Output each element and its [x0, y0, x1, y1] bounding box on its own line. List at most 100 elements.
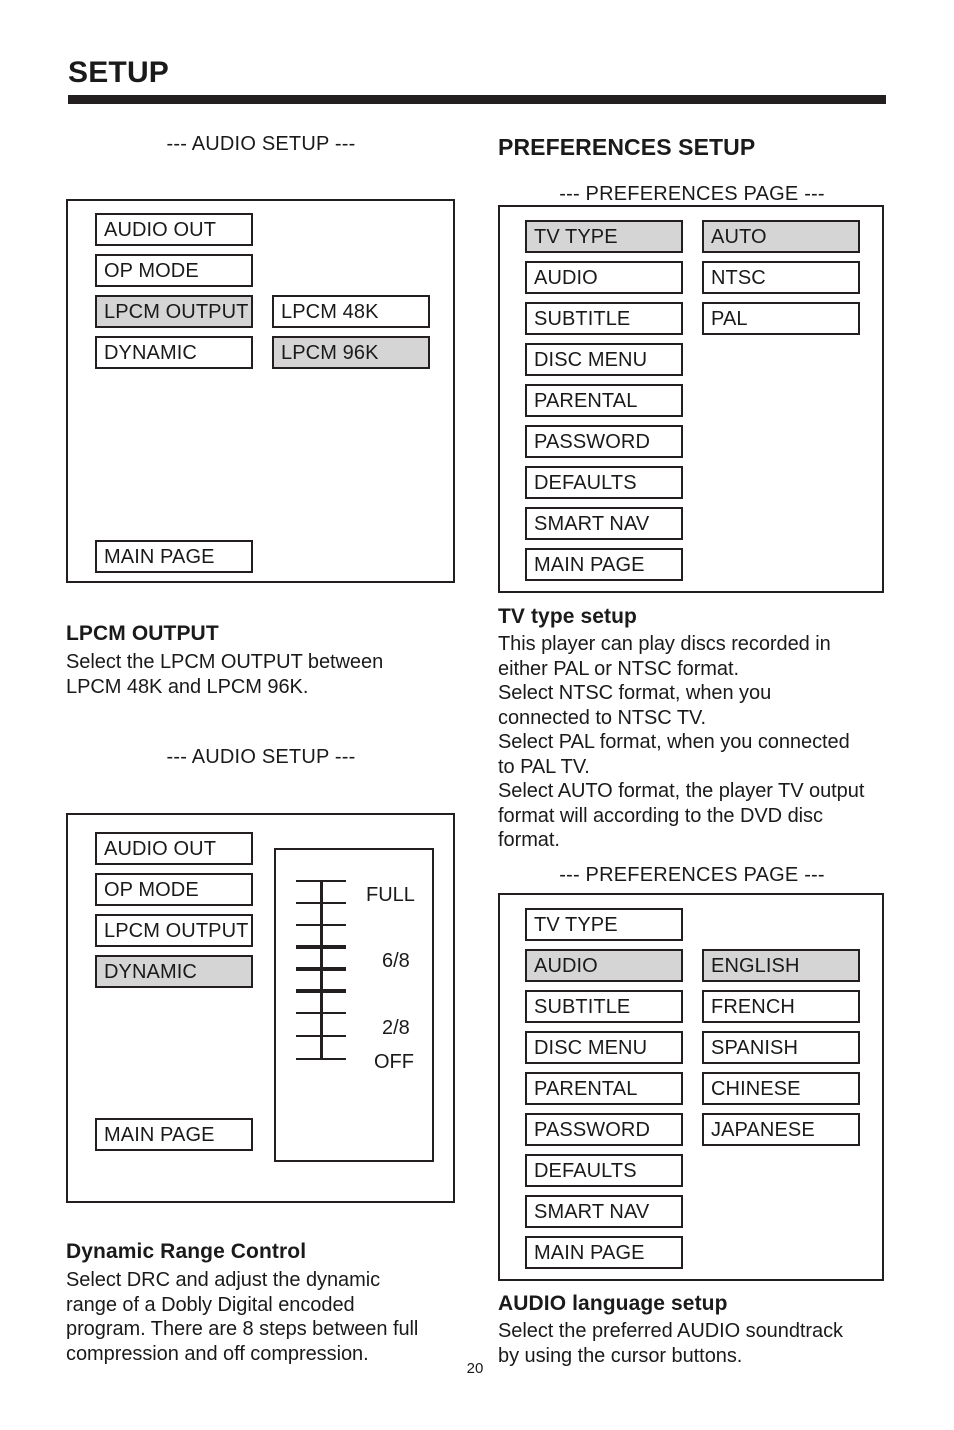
menu-item-password[interactable]: PASSWORD	[525, 425, 683, 458]
left-column: --- AUDIO SETUP --- AUDIO OUT OP MODE LP…	[66, 0, 466, 1430]
drc-tick	[296, 967, 346, 971]
drc-tick	[296, 1058, 346, 1060]
audio-setup-panel-2: AUDIO OUT OP MODE LPCM OUTPUT DYNAMIC MA…	[66, 813, 455, 1203]
drc-label-full: FULL	[366, 884, 415, 906]
preferences-panel-1: TV TYPE AUDIO SUBTITLE DISC MENU PARENTA…	[498, 205, 884, 593]
drc-tick	[296, 989, 346, 993]
drc-body-line: program. There are 8 steps between full	[66, 1318, 419, 1340]
drc-tick	[296, 1012, 346, 1014]
preferences-menu-list-1: TV TYPE AUDIO SUBTITLE DISC MENU PARENTA…	[525, 220, 683, 581]
menu-item-dynamic[interactable]: DYNAMIC	[95, 336, 253, 369]
drc-tick	[296, 880, 346, 882]
audio-language-section: AUDIO language setup Select the preferre…	[498, 1292, 843, 1368]
menu-item-lpcm-output[interactable]: LPCM OUTPUT	[95, 914, 253, 947]
drc-body-line: Select DRC and adjust the dynamic	[66, 1269, 381, 1291]
option-chinese[interactable]: CHINESE	[702, 1072, 860, 1105]
preferences-page-caption-1: --- PREFERENCES PAGE ---	[559, 183, 825, 205]
menu-item-audio-out[interactable]: AUDIO OUT	[95, 832, 253, 865]
menu-item-subtitle[interactable]: SUBTITLE	[525, 990, 683, 1023]
drc-label-off: OFF	[374, 1051, 414, 1073]
menu-item-audio-out[interactable]: AUDIO OUT	[95, 213, 253, 246]
tv-type-body-line: Select NTSC format, when you	[498, 682, 772, 704]
menu-item-audio[interactable]: AUDIO	[525, 261, 683, 294]
lpcm-output-heading: LPCM OUTPUT	[66, 622, 219, 645]
menu-item-parental[interactable]: PARENTAL	[525, 1072, 683, 1105]
tv-type-body-line: format.	[498, 829, 560, 851]
tv-type-body-line: Select AUTO format, the player TV output	[498, 780, 865, 802]
menu-item-password[interactable]: PASSWORD	[525, 1113, 683, 1146]
preferences-page-caption-2: --- PREFERENCES PAGE ---	[559, 864, 825, 886]
tv-type-section: TV type setup This player can play discs…	[498, 605, 864, 853]
menu-item-tv-type[interactable]: TV TYPE	[525, 908, 683, 941]
preferences-option-list-1: AUTO NTSC PAL	[702, 220, 860, 335]
drc-label-2-8: 2/8	[382, 1017, 410, 1039]
lpcm-output-section: LPCM OUTPUT Select the LPCM OUTPUT betwe…	[66, 622, 383, 699]
menu-item-lpcm-output[interactable]: LPCM OUTPUT	[95, 295, 253, 328]
audio-language-heading: AUDIO language setup	[498, 1292, 728, 1315]
option-ntsc[interactable]: NTSC	[702, 261, 860, 294]
menu-item-main-page[interactable]: MAIN PAGE	[525, 548, 683, 581]
lpcm-body-line: Select the LPCM OUTPUT between	[66, 651, 384, 673]
option-french[interactable]: FRENCH	[702, 990, 860, 1023]
tv-type-body-line: connected to NTSC TV.	[498, 706, 706, 729]
drc-body-line: range of a Dobly Digital encoded	[66, 1293, 355, 1316]
menu-item-tv-type[interactable]: TV TYPE	[525, 220, 683, 253]
audio-language-body-line: Select the preferred AUDIO soundtrack	[498, 1320, 843, 1342]
menu-item-audio[interactable]: AUDIO	[525, 949, 683, 982]
menu-item-subtitle[interactable]: SUBTITLE	[525, 302, 683, 335]
drc-tick	[296, 924, 346, 926]
drc-slider-box[interactable]: FULL 6/8 2/8 OFF	[274, 848, 434, 1162]
preferences-setup-heading: PREFERENCES SETUP	[498, 134, 756, 160]
menu-item-defaults[interactable]: DEFAULTS	[525, 1154, 683, 1187]
menu-item-main-page[interactable]: MAIN PAGE	[95, 1118, 253, 1151]
option-pal[interactable]: PAL	[702, 302, 860, 335]
menu-item-disc-menu[interactable]: DISC MENU	[525, 1031, 683, 1064]
drc-heading: Dynamic Range Control	[66, 1240, 307, 1263]
audio-menu-list-2: AUDIO OUT OP MODE LPCM OUTPUT DYNAMIC	[95, 832, 253, 988]
menu-item-smart-nav[interactable]: SMART NAV	[525, 1195, 683, 1228]
drc-slider-scale[interactable]	[296, 880, 348, 1060]
menu-item-op-mode[interactable]: OP MODE	[95, 254, 253, 287]
lpcm-output-body: Select the LPCM OUTPUT between LPCM 48K …	[66, 650, 383, 699]
right-column: PREFERENCES SETUP --- PREFERENCES PAGE -…	[498, 0, 886, 1430]
menu-item-dynamic[interactable]: DYNAMIC	[95, 955, 253, 988]
option-auto[interactable]: AUTO	[702, 220, 860, 253]
drc-label-6-8: 6/8	[382, 950, 410, 972]
menu-item-parental[interactable]: PARENTAL	[525, 384, 683, 417]
menu-item-disc-menu[interactable]: DISC MENU	[525, 343, 683, 376]
menu-item-main-page[interactable]: MAIN PAGE	[525, 1236, 683, 1269]
drc-section: Dynamic Range Control Select DRC and adj…	[66, 1240, 418, 1366]
preferences-panel-2: TV TYPE AUDIO SUBTITLE DISC MENU PARENTA…	[498, 893, 884, 1281]
preferences-menu-list-2: TV TYPE AUDIO SUBTITLE DISC MENU PARENTA…	[525, 908, 683, 1269]
menu-item-smart-nav[interactable]: SMART NAV	[525, 507, 683, 540]
menu-item-defaults[interactable]: DEFAULTS	[525, 466, 683, 499]
audio-setup-caption-1: --- AUDIO SETUP ---	[166, 133, 356, 155]
audio-main-page-wrap-1: MAIN PAGE	[95, 540, 253, 573]
audio-menu-list-1: AUDIO OUT OP MODE LPCM OUTPUT DYNAMIC	[95, 213, 253, 377]
drc-tick	[296, 902, 346, 904]
option-lpcm-48k[interactable]: LPCM 48K	[272, 295, 430, 328]
option-english[interactable]: ENGLISH	[702, 949, 860, 982]
drc-slider-labels: FULL 6/8 2/8 OFF	[360, 850, 436, 1160]
audio-setup-panel-1: AUDIO OUT OP MODE LPCM OUTPUT DYNAMIC LP…	[66, 199, 455, 583]
drc-tick	[296, 1035, 346, 1037]
preferences-option-list-2: ENGLISH FRENCH SPANISH CHINESE JAPANESE	[702, 949, 860, 1146]
drc-tick	[296, 945, 346, 949]
audio-main-page-wrap-2: MAIN PAGE	[95, 1118, 253, 1151]
tv-type-body: This player can play discs recorded in e…	[498, 632, 864, 853]
option-japanese[interactable]: JAPANESE	[702, 1113, 860, 1146]
tv-type-heading: TV type setup	[498, 605, 637, 628]
option-spanish[interactable]: SPANISH	[702, 1031, 860, 1064]
tv-type-body-line: either PAL or NTSC format.	[498, 657, 739, 680]
audio-setup-caption-2: --- AUDIO SETUP ---	[166, 746, 356, 768]
option-lpcm-96k[interactable]: LPCM 96K	[272, 336, 430, 369]
menu-item-op-mode[interactable]: OP MODE	[95, 873, 253, 906]
tv-type-body-line: to PAL TV.	[498, 755, 590, 778]
page-number: 20	[466, 1360, 484, 1377]
tv-type-body-line: Select PAL format, when you connected	[498, 731, 850, 753]
menu-item-main-page[interactable]: MAIN PAGE	[95, 540, 253, 573]
drc-body: Select DRC and adjust the dynamic range …	[66, 1268, 418, 1366]
audio-option-list-1: LPCM 48K LPCM 96K	[272, 295, 430, 369]
lpcm-body-line: LPCM 48K and LPCM 96K.	[66, 675, 309, 698]
tv-type-body-line: This player can play discs recorded in	[498, 633, 831, 655]
